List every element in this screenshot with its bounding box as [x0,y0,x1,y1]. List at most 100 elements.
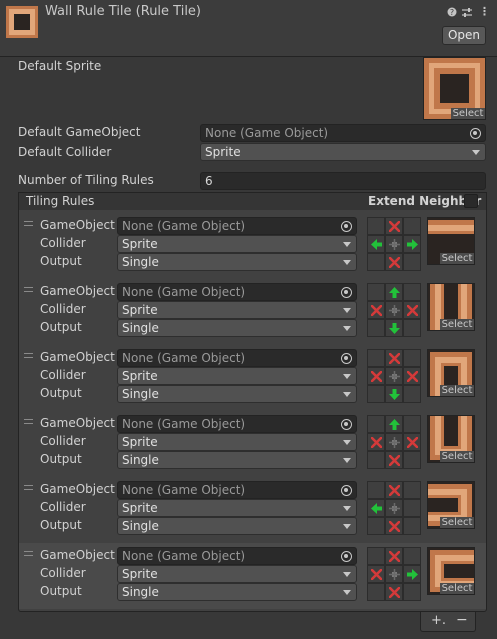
neighbor-x-icon[interactable] [367,433,385,451]
neighbor-right-icon[interactable] [403,235,421,253]
neighbor-empty-cell[interactable] [403,385,421,403]
neighbor-x-icon[interactable] [367,565,385,583]
neighbor-x-icon[interactable] [403,433,421,451]
rule-sprite-field[interactable]: Select [427,415,475,463]
object-picker-icon[interactable] [341,353,352,364]
neighbor-x-icon[interactable] [385,253,403,271]
neighbor-rule-grid[interactable] [367,217,421,271]
rule-collider-dropdown[interactable]: Sprite [117,433,357,451]
neighbor-x-icon[interactable] [385,583,403,601]
rule-gameobject-field[interactable]: None (Game Object) [117,481,357,499]
neighbor-empty-cell[interactable] [367,583,385,601]
remove-rule-button[interactable]: − [456,612,468,628]
rule-output-dropdown[interactable]: Single [117,583,357,601]
neighbor-x-icon[interactable] [385,481,403,499]
rule-output-dropdown[interactable]: Single [117,517,357,535]
neighbor-left-icon[interactable] [367,499,385,517]
neighbor-center-icon[interactable] [385,301,403,319]
rule-gameobject-field[interactable]: None (Game Object) [117,415,357,433]
neighbor-empty-cell[interactable] [403,415,421,433]
add-rule-button[interactable]: +. [431,613,446,628]
rule-sprite-field[interactable]: Select [427,217,475,265]
neighbor-empty-cell[interactable] [403,217,421,235]
rule-sprite-field[interactable]: Select [427,481,475,529]
rule-collider-dropdown[interactable]: Sprite [117,235,357,253]
neighbor-x-icon[interactable] [367,301,385,319]
neighbor-up-icon[interactable] [385,415,403,433]
neighbor-center-icon[interactable] [385,235,403,253]
drag-handle[interactable] [24,419,33,424]
rule-collider-dropdown[interactable]: Sprite [117,301,357,319]
neighbor-x-icon[interactable] [403,301,421,319]
neighbor-rule-grid[interactable] [367,481,421,535]
rule-collider-dropdown[interactable]: Sprite [117,565,357,583]
neighbor-center-icon[interactable] [385,433,403,451]
neighbor-x-icon[interactable] [385,451,403,469]
object-picker-icon[interactable] [341,551,352,562]
neighbor-center-icon[interactable] [385,499,403,517]
drag-handle[interactable] [24,287,33,292]
neighbor-rule-grid[interactable] [367,547,421,601]
neighbor-x-icon[interactable] [385,217,403,235]
object-picker-icon[interactable] [341,485,352,496]
neighbor-center-icon[interactable] [385,565,403,583]
rule-gameobject-field[interactable]: None (Game Object) [117,349,357,367]
drag-handle[interactable] [24,221,33,226]
neighbor-up-icon[interactable] [385,283,403,301]
object-picker-icon[interactable] [470,128,481,139]
rule-output-dropdown[interactable]: Single [117,451,357,469]
rule-gameobject-field[interactable]: None (Game Object) [117,283,357,301]
rule-sprite-select-button[interactable]: Select [440,451,474,462]
neighbor-left-icon[interactable] [367,235,385,253]
default-sprite-select-button[interactable]: Select [451,108,485,119]
rule-sprite-field[interactable]: Select [427,283,475,331]
rule-output-dropdown[interactable]: Single [117,319,357,337]
drag-handle[interactable] [24,485,33,490]
neighbor-x-icon[interactable] [403,367,421,385]
neighbor-x-icon[interactable] [385,517,403,535]
neighbor-empty-cell[interactable] [403,499,421,517]
neighbor-empty-cell[interactable] [367,319,385,337]
neighbor-empty-cell[interactable] [367,283,385,301]
rule-gameobject-field[interactable]: None (Game Object) [117,217,357,235]
rule-gameobject-field[interactable]: None (Game Object) [117,547,357,565]
neighbor-empty-cell[interactable] [367,217,385,235]
open-button[interactable]: Open [442,26,486,45]
neighbor-empty-cell[interactable] [367,415,385,433]
neighbor-empty-cell[interactable] [403,283,421,301]
drag-handle[interactable] [24,551,33,556]
neighbor-empty-cell[interactable] [367,385,385,403]
neighbor-rule-grid[interactable] [367,283,421,337]
rule-sprite-field[interactable]: Select [427,349,475,397]
neighbor-empty-cell[interactable] [403,319,421,337]
neighbor-empty-cell[interactable] [367,517,385,535]
neighbor-x-icon[interactable] [385,349,403,367]
object-picker-icon[interactable] [341,287,352,298]
default-collider-dropdown[interactable]: Sprite [200,143,486,161]
neighbor-empty-cell[interactable] [367,481,385,499]
neighbor-empty-cell[interactable] [403,481,421,499]
neighbor-rule-grid[interactable] [367,349,421,403]
neighbor-empty-cell[interactable] [367,349,385,367]
neighbor-empty-cell[interactable] [403,517,421,535]
rule-sprite-select-button[interactable]: Select [440,385,474,396]
rule-output-dropdown[interactable]: Single [117,385,357,403]
neighbor-empty-cell[interactable] [367,253,385,271]
rule-sprite-select-button[interactable]: Select [440,517,474,528]
neighbor-center-icon[interactable] [385,367,403,385]
neighbor-right-icon[interactable] [403,565,421,583]
neighbor-empty-cell[interactable] [403,451,421,469]
neighbor-empty-cell[interactable] [367,451,385,469]
number-of-rules-input[interactable]: 6 [200,172,486,190]
rule-sprite-select-button[interactable]: Select [440,253,474,264]
rule-sprite-select-button[interactable]: Select [440,583,474,594]
neighbor-rule-grid[interactable] [367,415,421,469]
neighbor-empty-cell[interactable] [403,547,421,565]
extend-neighbor-checkbox[interactable] [464,194,478,208]
drag-handle[interactable] [24,353,33,358]
rule-output-dropdown[interactable]: Single [117,253,357,271]
preset-settings-icon[interactable] [462,5,472,22]
context-menu-icon[interactable]: ⋮ [479,5,490,19]
neighbor-empty-cell[interactable] [403,583,421,601]
neighbor-empty-cell[interactable] [403,349,421,367]
